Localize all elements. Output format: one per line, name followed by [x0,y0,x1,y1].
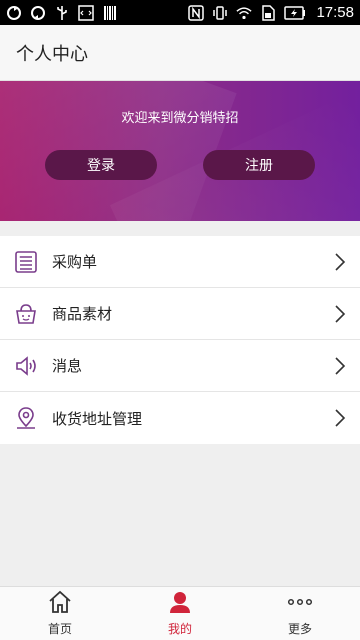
nav-mine[interactable]: 我的 [120,587,240,640]
code-icon [78,4,94,21]
usb-icon [54,5,70,21]
chevron-right-icon [334,252,346,272]
nav-home[interactable]: 首页 [0,587,120,640]
battery-icon [284,5,306,21]
profile-menu: 采购单 商品素材 消息 收货地址管理 [0,236,360,444]
sync-alt-icon [30,5,46,21]
barcode-icon [102,5,118,21]
chevron-right-icon [334,304,346,324]
menu-item-label: 收货地址管理 [52,409,143,428]
chevron-right-icon [334,356,346,376]
status-time: 17:58 [316,4,354,21]
goods-basket-icon [14,302,38,326]
bottom-nav: 首页 我的 更多 [0,586,360,640]
menu-item-label: 商品素材 [52,305,113,323]
menu-item-label: 消息 [52,357,83,375]
login-button[interactable]: 登录 [45,150,157,180]
vibrate-icon [212,5,228,21]
user-icon [167,590,193,618]
header: 个人中心 [0,25,360,81]
location-pin-icon [14,406,38,430]
more-dots-icon [286,590,314,618]
welcome-text: 欢迎来到微分销特招 [121,111,239,126]
menu-item-purchase-list[interactable]: 采购单 [0,236,360,288]
status-right: 17:58 [188,4,354,21]
status-left [6,4,118,21]
profile-banner: 欢迎来到微分销特招 登录 注册 [0,81,360,221]
status-bar: 17:58 [0,0,360,25]
menu-item-label: 采购单 [52,253,98,271]
register-button[interactable]: 注册 [203,150,315,180]
nfc-icon [188,4,205,21]
nav-more-label: 更多 [287,622,312,636]
sim-icon [260,4,276,21]
home-icon [47,590,73,618]
menu-item-messages[interactable]: 消息 [0,340,360,392]
speaker-icon [14,354,38,378]
sync-icon [6,5,22,21]
wifi-icon [236,5,253,21]
page-title: 个人中心 [16,43,88,65]
menu-item-address[interactable]: 收货地址管理 [0,392,360,444]
nav-more[interactable]: 更多 [240,587,360,640]
menu-item-goods-material[interactable]: 商品素材 [0,288,360,340]
chevron-right-icon [334,408,346,428]
nav-mine-label: 我的 [167,622,192,636]
purchase-list-icon [14,250,38,274]
nav-home-label: 首页 [47,622,72,636]
